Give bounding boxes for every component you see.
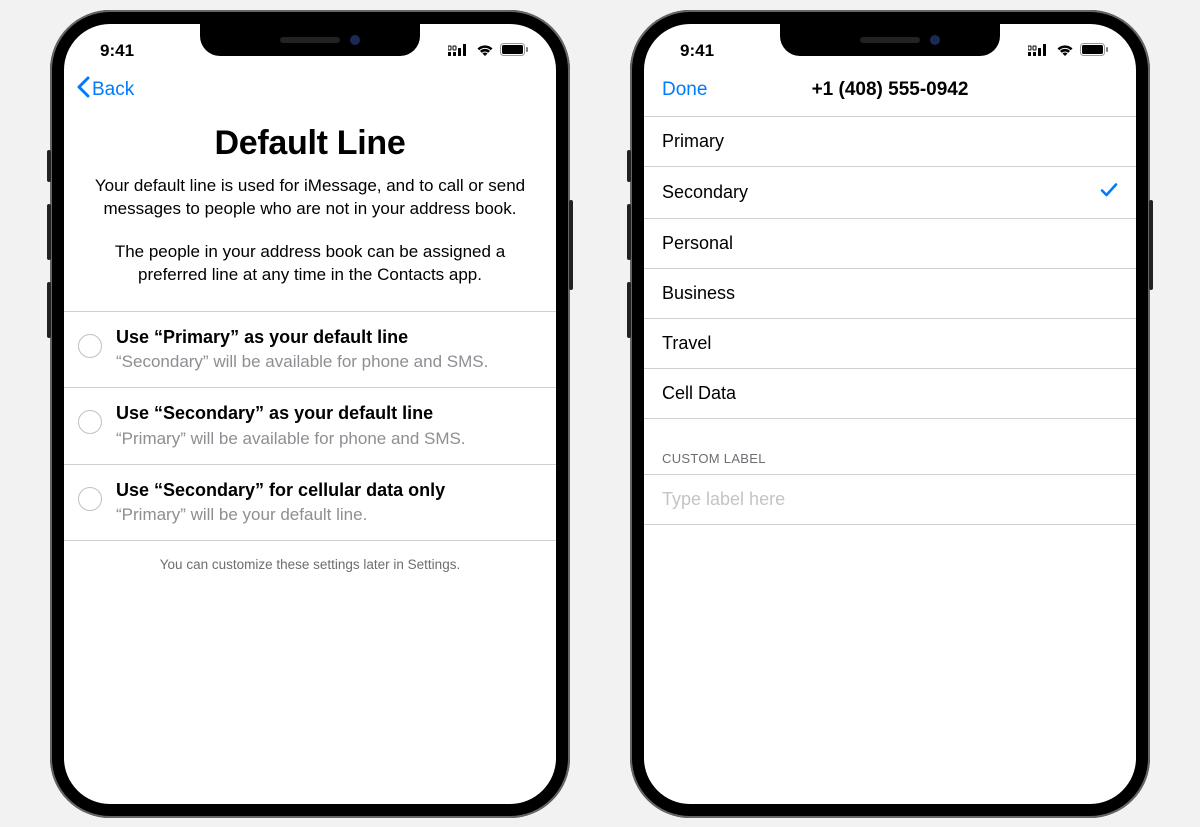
status-time: 9:41 — [100, 31, 134, 61]
wifi-icon — [1056, 41, 1074, 61]
chevron-left-icon — [76, 76, 90, 104]
signal-icon — [448, 41, 470, 61]
done-button[interactable]: Done — [656, 79, 707, 101]
back-label: Back — [92, 79, 134, 101]
option-subtitle: “Secondary” will be available for phone … — [116, 351, 540, 373]
screen-right: 9:41 Done +1 (408) 555-0942 Primary Seco… — [644, 24, 1136, 804]
default-line-options: Use “Primary” as your default line “Seco… — [64, 311, 556, 541]
checkmark-icon — [1100, 181, 1118, 204]
custom-label-input[interactable] — [662, 489, 1118, 510]
label-travel[interactable]: Travel — [644, 319, 1136, 369]
label-text: Primary — [662, 131, 724, 152]
option-primary-default[interactable]: Use “Primary” as your default line “Seco… — [64, 312, 556, 388]
radio-icon — [78, 334, 102, 358]
nav-bar-right: Done +1 (408) 555-0942 — [644, 68, 1136, 112]
label-business[interactable]: Business — [644, 269, 1136, 319]
label-text: Travel — [662, 333, 711, 354]
content-right: Primary Secondary Personal Business Trav… — [644, 116, 1136, 525]
notch — [200, 24, 420, 56]
description-1: Your default line is used for iMessage, … — [64, 175, 556, 221]
nav-bar-left: Back — [64, 68, 556, 112]
option-title: Use “Primary” as your default line — [116, 326, 540, 349]
label-primary[interactable]: Primary — [644, 117, 1136, 167]
label-text: Cell Data — [662, 383, 736, 404]
battery-icon — [500, 41, 528, 61]
side-button-right — [1149, 200, 1153, 290]
label-secondary[interactable]: Secondary — [644, 167, 1136, 219]
label-cell-data[interactable]: Cell Data — [644, 369, 1136, 419]
radio-icon — [78, 487, 102, 511]
side-buttons-left — [627, 150, 631, 338]
label-text: Secondary — [662, 182, 748, 203]
battery-icon — [1080, 41, 1108, 61]
status-icons — [1028, 31, 1108, 61]
option-secondary-data-only[interactable]: Use “Secondary” for cellular data only “… — [64, 465, 556, 541]
nav-title: +1 (408) 555-0942 — [644, 79, 1136, 101]
custom-label-row — [644, 474, 1136, 525]
option-text: Use “Primary” as your default line “Seco… — [116, 326, 540, 373]
signal-icon — [1028, 41, 1050, 61]
option-title: Use “Secondary” for cellular data only — [116, 479, 540, 502]
content-left: Default Line Your default line is used f… — [64, 124, 556, 588]
option-subtitle: “Primary” will be your default line. — [116, 504, 540, 526]
label-text: Business — [662, 283, 735, 304]
option-subtitle: “Primary” will be available for phone an… — [116, 428, 540, 450]
label-list: Primary Secondary Personal Business Trav… — [644, 116, 1136, 419]
custom-label-header: CUSTOM LABEL — [644, 419, 1136, 474]
status-time: 9:41 — [680, 31, 714, 61]
back-button[interactable]: Back — [76, 76, 134, 104]
screen-left: 9:41 Back Default Line Your default line… — [64, 24, 556, 804]
option-text: Use “Secondary” for cellular data only “… — [116, 479, 540, 526]
footnote: You can customize these settings later i… — [64, 541, 556, 588]
phone-left: 9:41 Back Default Line Your default line… — [50, 10, 570, 818]
page-title: Default Line — [80, 124, 540, 163]
option-secondary-default[interactable]: Use “Secondary” as your default line “Pr… — [64, 388, 556, 464]
description-2: The people in your address book can be a… — [64, 241, 556, 287]
status-icons — [448, 31, 528, 61]
wifi-icon — [476, 41, 494, 61]
label-personal[interactable]: Personal — [644, 219, 1136, 269]
side-button-right — [569, 200, 573, 290]
radio-icon — [78, 410, 102, 434]
side-buttons-left — [47, 150, 51, 338]
option-text: Use “Secondary” as your default line “Pr… — [116, 402, 540, 449]
label-text: Personal — [662, 233, 733, 254]
notch — [780, 24, 1000, 56]
phone-right: 9:41 Done +1 (408) 555-0942 Primary Seco… — [630, 10, 1150, 818]
option-title: Use “Secondary” as your default line — [116, 402, 540, 425]
